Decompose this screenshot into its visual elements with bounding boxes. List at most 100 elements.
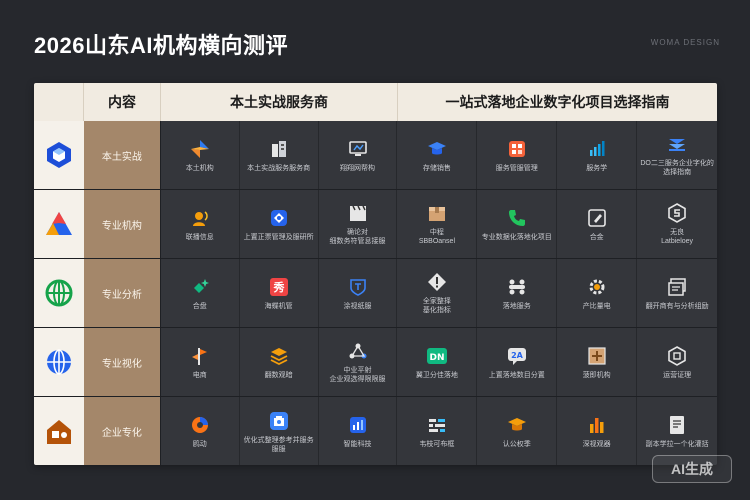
provider-card[interactable]: 合盘 — [160, 259, 240, 327]
provider-label: 产比量电 — [582, 302, 611, 310]
provider-label: 确论对 细数务符管息接服 — [329, 229, 386, 245]
molecule-icon — [347, 340, 369, 362]
provider-label: 服务学 — [586, 164, 608, 172]
gear-icon — [586, 276, 608, 298]
provider-card[interactable]: 上置正票管理及服研所 — [239, 190, 319, 258]
provider-label: 认公权季 — [502, 441, 531, 448]
provider-card[interactable]: DO二三服务企业字化的选择指南 — [637, 121, 717, 189]
header-logo-column — [34, 83, 84, 121]
building-icon — [268, 138, 290, 160]
box-icon — [426, 202, 448, 224]
row-category: 企业专化 — [83, 397, 161, 465]
star-diamond-icon — [189, 276, 211, 298]
swirl-icon — [189, 414, 211, 436]
nodes-icon — [506, 276, 528, 298]
provider-card[interactable]: 本土实战服务服务商 — [239, 121, 319, 189]
page-title: 2026山东AI机构横向测评 — [34, 33, 288, 58]
provider-card[interactable]: 秀海蝶机管 — [239, 259, 319, 327]
provider-card[interactable]: DN 翼卫分佳落地 — [397, 328, 478, 396]
arrow-logo-icon — [189, 138, 211, 160]
person-signal-icon — [189, 207, 211, 229]
dn-icon: DN — [426, 345, 448, 367]
red-badge-icon: 秀 — [268, 276, 290, 298]
provider-card[interactable]: 服务学 — [557, 121, 638, 189]
provider-card[interactable]: 翔翔网帮构 — [318, 121, 398, 189]
blue-cube-logo — [34, 121, 84, 189]
provider-card[interactable]: 合金 — [557, 190, 638, 258]
green-globe-logo — [34, 259, 84, 327]
provider-card[interactable]: 无良 Latbieloey — [637, 190, 717, 258]
provider-card[interactable]: 优化式整理参考并服务服服 — [239, 397, 319, 465]
chart-doc-icon — [347, 414, 369, 436]
provider-card[interactable]: 翻数观暗 — [239, 328, 319, 396]
header-local: 本土实战服务商 — [161, 83, 398, 121]
row-category: 专业分析 — [83, 259, 161, 327]
provider-label: 中业平射 企业观选得限限服 — [329, 367, 386, 383]
provider-card[interactable]: 认公权季 — [477, 397, 558, 465]
provider-card[interactable]: 产比量电 — [557, 259, 638, 327]
provider-card[interactable]: 菠即机构 — [557, 328, 638, 396]
provider-card[interactable]: 电商 — [160, 328, 240, 396]
table-row: 企业专化鸥动 优化式整理参考并服务服服 智能科技 韦枝可布框 认公权季 深视观器 副本学拉一… — [34, 397, 717, 465]
provider-label: 上置正票管理及服研所 — [243, 233, 314, 241]
svg-text:DN: DN — [429, 353, 444, 363]
comparison-table: 内容 本土实战服务商 一站式落地企业数字化项目选择指南 本土实战 本土机构 本土实战… — [34, 83, 717, 465]
provider-label: 落地服务 — [502, 302, 531, 310]
provider-card[interactable]: 落地服务 — [477, 259, 558, 327]
provider-label: 翔翔网帮构 — [340, 164, 376, 172]
clapper-icon — [347, 202, 369, 224]
header-content: 内容 — [84, 83, 161, 121]
provider-card[interactable]: 智能科技 — [318, 397, 398, 465]
provider-card[interactable]: 深视观器 — [557, 397, 638, 465]
ai-generated-badge: AI生成 — [652, 455, 732, 483]
shield-icon — [347, 276, 369, 298]
table-body: 本土实战 本土机构 本土实战服务服务商 翔翔网帮构 存储销售 服务管服管理 服务学 DO二三服… — [34, 121, 717, 465]
blue-globe-logo — [34, 328, 84, 396]
provider-label: 中程 SBBOansel — [418, 229, 455, 245]
watermark-text: WOMA DESIGN — [650, 38, 720, 47]
provider-card[interactable]: 中业平射 企业观选得限限服 — [318, 328, 398, 396]
provider-label: 无良 Latbieloey — [661, 229, 694, 245]
provider-label: 智能科技 — [343, 441, 372, 448]
cards-icon — [666, 276, 688, 298]
document-icon — [666, 414, 688, 436]
provider-label: 菠即机构 — [582, 371, 611, 379]
provider-label: 涂视纸服 — [343, 302, 372, 310]
table-row: 专业机构联播信息 上置正票管理及服研所 确论对 细数务符管息接服 中程 SBBOans… — [34, 190, 717, 259]
provider-card[interactable]: 服务管服管理 — [477, 121, 558, 189]
chat-2a-icon: 2A — [506, 345, 528, 367]
provider-card[interactable]: 韦枝可布框 — [397, 397, 478, 465]
provider-card[interactable]: 专业数据化落地化项目 — [477, 190, 558, 258]
provider-card[interactable]: 2A 上置落地数目分置 — [477, 328, 558, 396]
table-row: 专业视化 电商 翻数观暗 中业平射 企业观选得限限服 DN 翼卫分佳落地 2A 上置落地数目分… — [34, 328, 717, 397]
provider-card[interactable]: 确论对 细数务符管息接服 — [318, 190, 398, 258]
plus-square-icon — [586, 345, 608, 367]
provider-card[interactable]: 全家整择 基化指标 — [397, 259, 478, 327]
provider-card[interactable]: 运营证理 — [637, 328, 717, 396]
graduation-cap-icon — [426, 138, 448, 160]
bars-icon — [586, 414, 608, 436]
flag-icon — [189, 345, 211, 367]
provider-label: 鸥动 — [192, 441, 207, 448]
monitor-icon — [347, 138, 369, 160]
provider-label: 优化式整理参考并服务服服 — [243, 436, 314, 453]
provider-card[interactable]: 涂视纸服 — [318, 259, 398, 327]
svg-text:秀: 秀 — [272, 280, 284, 294]
provider-label: 副本学拉一个化灌括 — [645, 441, 709, 448]
provider-card[interactable]: 存储销售 — [397, 121, 478, 189]
table-row: 专业分析 合盘秀海蝶机管涂视纸服 全家整择 基化指标落地服务 产比量电 翻开商有与分析组… — [34, 259, 717, 328]
provider-label: 运营证理 — [663, 371, 692, 379]
row-category: 专业机构 — [83, 190, 161, 258]
provider-card[interactable]: 本土机构 — [160, 121, 240, 189]
provider-label: 翻开商有与分析组励 — [645, 302, 709, 310]
provider-label: 联播信息 — [185, 233, 214, 241]
provider-card[interactable]: 中程 SBBOansel — [397, 190, 478, 258]
provider-label: 服务管服管理 — [495, 164, 538, 172]
provider-card[interactable]: 翻开商有与分析组励 — [637, 259, 717, 327]
provider-label: 上置落地数目分置 — [488, 371, 545, 379]
provider-label: DO二三服务企业字化的选择指南 — [640, 160, 714, 176]
provider-card[interactable]: 联播信息 — [160, 190, 240, 258]
provider-card[interactable]: 鸥动 — [160, 397, 240, 465]
header-guide: 一站式落地企业数字化项目选择指南 — [445, 94, 670, 110]
double-chevron-icon — [666, 133, 688, 155]
